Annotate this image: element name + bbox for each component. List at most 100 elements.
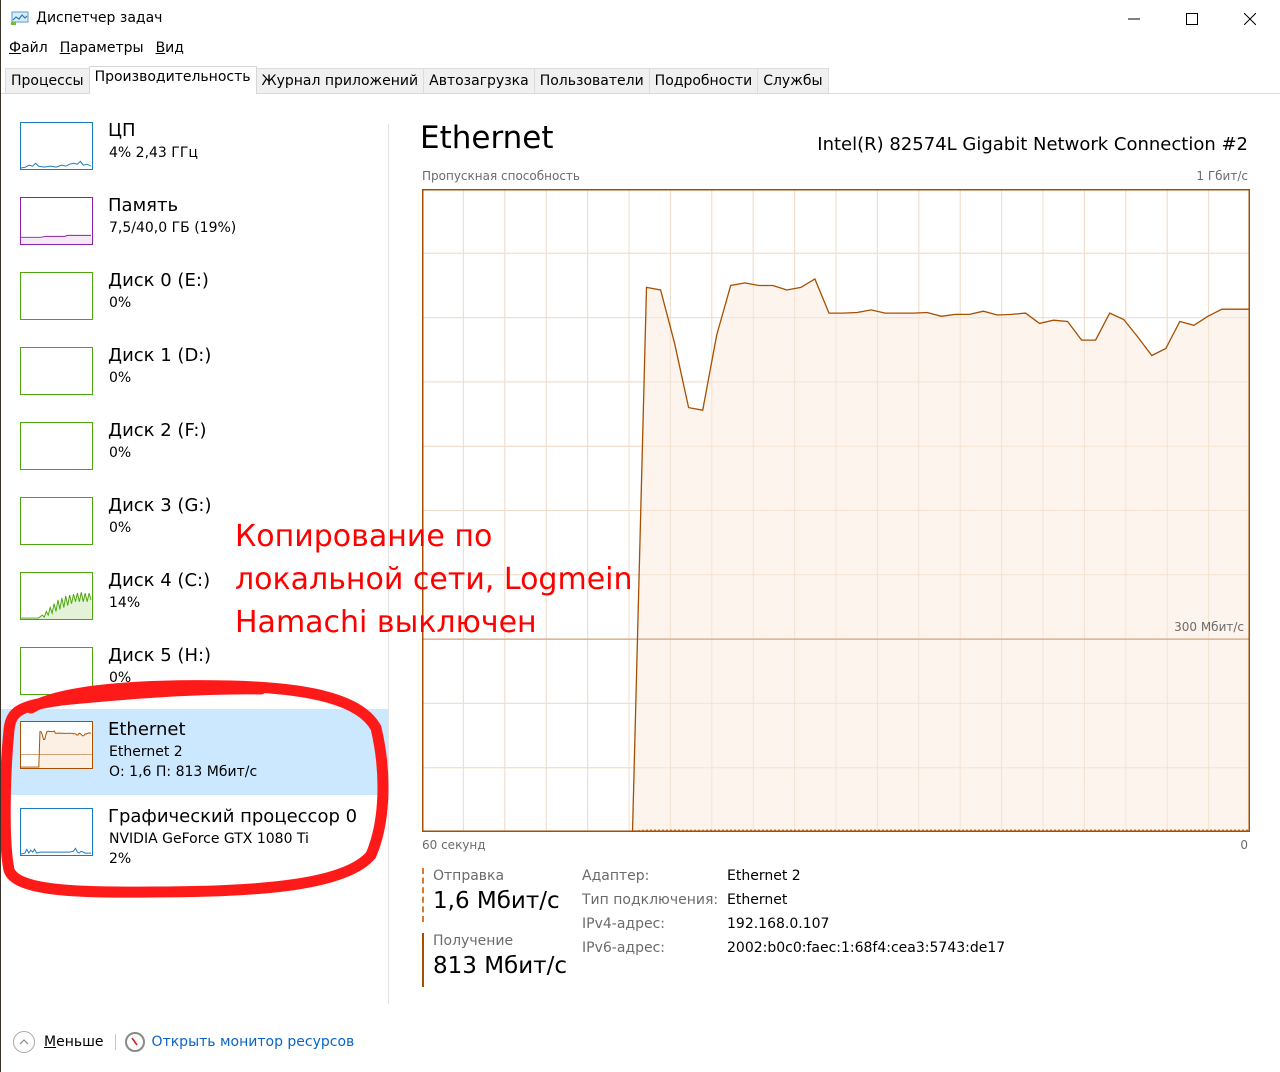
disk-mini-graph bbox=[20, 347, 93, 395]
sidebar-item-gpu[interactable]: Графический процессор 0 NVIDIA GeForce GT… bbox=[1, 796, 388, 871]
receive-value: 813 Мбит/с bbox=[433, 953, 567, 979]
property-row: Тип подключения: Ethernet bbox=[582, 892, 1182, 916]
title-bar[interactable]: Диспетчер задач bbox=[1, 0, 1280, 38]
property-key: Адаптер: bbox=[582, 868, 650, 884]
sidebar-item-disk[interactable]: Диск 1 (D:) 0% bbox=[1, 335, 388, 410]
sidebar-item-title: Диск 1 (D:) bbox=[108, 345, 212, 366]
tab-startup[interactable]: Автозагрузка bbox=[423, 68, 535, 94]
chart-reference-label: 300 Мбит/с bbox=[1174, 620, 1244, 634]
menu-view[interactable]: Вид bbox=[156, 40, 184, 62]
property-key: IPv6-адрес: bbox=[582, 940, 665, 956]
annotation-text: Копирование по локальной сети, Logmein H… bbox=[235, 515, 633, 644]
tab-users[interactable]: Пользователи bbox=[533, 68, 650, 94]
minimize-icon bbox=[1128, 18, 1140, 20]
sidebar-item-disk[interactable]: Диск 2 (F:) 0% bbox=[1, 410, 388, 485]
sidebar-item-title: Диск 0 (E:) bbox=[108, 270, 209, 291]
disk-mini-graph bbox=[20, 497, 93, 545]
disk-active-mini-graph bbox=[20, 572, 93, 620]
menu-file[interactable]: Файл bbox=[9, 40, 48, 62]
annotation-line: локальной сети, Logmein bbox=[235, 562, 633, 597]
footer: Меньше Открыть монитор ресурсов bbox=[13, 1030, 354, 1054]
chart-xmin-label: 0 bbox=[1240, 838, 1248, 852]
sidebar-item-title: Диск 3 (G:) bbox=[108, 495, 212, 516]
sidebar-item-title: Диск 2 (F:) bbox=[108, 420, 207, 441]
property-key: IPv4-адрес: bbox=[582, 916, 665, 932]
menu-options[interactable]: Параметры bbox=[60, 40, 144, 62]
sidebar-item-detail: 0% bbox=[109, 370, 132, 386]
receive-stat: Получение 813 Мбит/с bbox=[422, 933, 572, 987]
sidebar-item-detail: Ethernet 2 bbox=[109, 744, 183, 760]
property-key: Тип подключения: bbox=[582, 892, 719, 908]
send-label: Отправка bbox=[433, 868, 505, 884]
window-title: Диспетчер задач bbox=[36, 10, 163, 26]
send-legend-marker bbox=[422, 868, 424, 922]
ethernet-mini-graph bbox=[20, 721, 93, 769]
sidebar-item-ethernet[interactable]: Ethernet Ethernet 2 О: 1,6 П: 813 Мбит/с bbox=[1, 709, 388, 795]
chart-title: Пропускная способность bbox=[422, 169, 580, 183]
close-icon bbox=[1244, 13, 1256, 25]
resource-title: Ethernet bbox=[420, 120, 554, 156]
tab-app-history[interactable]: Журнал приложений bbox=[255, 68, 425, 94]
send-stat: Отправка 1,6 Мбит/с bbox=[422, 868, 572, 922]
sidebar-item-detail: 0% bbox=[109, 445, 132, 461]
sidebar-item-detail-2: 2% bbox=[109, 851, 132, 867]
menu-options-label: араметры bbox=[70, 40, 144, 56]
sidebar-item-disk[interactable]: Диск 5 (H:) 0% bbox=[1, 635, 388, 710]
property-value: Ethernet 2 bbox=[727, 868, 801, 884]
close-button[interactable] bbox=[1221, 0, 1279, 38]
receive-label: Получение bbox=[433, 933, 514, 949]
minimize-button[interactable] bbox=[1105, 0, 1163, 38]
mini-graph-line bbox=[21, 160, 92, 169]
maximize-icon bbox=[1186, 13, 1198, 25]
fewer-details-button[interactable]: Меньше bbox=[44, 1034, 104, 1050]
sidebar-item-detail: 0% bbox=[109, 670, 132, 686]
chevron-up-icon[interactable] bbox=[13, 1031, 35, 1053]
sidebar-item-title: Диск 4 (C:) bbox=[108, 570, 211, 591]
annotation-line: Копирование по bbox=[235, 519, 493, 554]
sidebar-item-detail: 0% bbox=[109, 295, 132, 311]
tab-strip: Процессы Производительность Журнал прило… bbox=[5, 66, 829, 94]
mini-graph-fill bbox=[21, 731, 92, 768]
chart-xmax-label: 60 секунд bbox=[422, 838, 486, 852]
sidebar-item-title: Диск 5 (H:) bbox=[108, 645, 212, 666]
property-row: IPv6-адрес: 2002:b0c0:faec:1:68f4:cea3:57… bbox=[582, 940, 1182, 964]
sidebar-item-title: ЦП bbox=[108, 120, 136, 141]
disk-mini-graph bbox=[20, 422, 93, 470]
cpu-mini-graph bbox=[20, 122, 93, 170]
tab-performance[interactable]: Производительность bbox=[88, 66, 257, 94]
property-row: IPv4-адрес: 192.168.0.107 bbox=[582, 916, 1182, 940]
open-resource-monitor-link[interactable]: Открыть монитор ресурсов bbox=[152, 1034, 355, 1050]
annotation-line: Hamachi выключен bbox=[235, 605, 537, 640]
property-row: Адаптер: Ethernet 2 bbox=[582, 868, 1182, 892]
mini-graph-line bbox=[21, 847, 92, 855]
property-value: Ethernet bbox=[727, 892, 788, 908]
receive-legend-marker bbox=[422, 933, 424, 987]
sidebar-item-cpu[interactable]: ЦП 4% 2,43 ГГц bbox=[1, 110, 388, 185]
tab-services[interactable]: Службы bbox=[757, 68, 829, 94]
sidebar-item-disk[interactable]: Диск 0 (E:) 0% bbox=[1, 260, 388, 335]
adapter-name: Intel(R) 82574L Gigabit Network Connecti… bbox=[817, 134, 1248, 155]
disk-mini-graph bbox=[20, 647, 93, 695]
gpu-mini-graph bbox=[20, 808, 93, 856]
maximize-button[interactable] bbox=[1163, 0, 1221, 38]
menu-view-accel: В bbox=[155, 40, 166, 56]
menu-bar: Файл Параметры Вид bbox=[9, 40, 196, 62]
memory-mini-graph bbox=[20, 197, 93, 245]
tab-details[interactable]: Подробности bbox=[648, 68, 759, 94]
chart-ymax-label: 1 Гбит/с bbox=[1196, 169, 1248, 183]
menu-file-accel: Ф bbox=[9, 40, 22, 56]
footer-divider bbox=[114, 1034, 116, 1050]
menu-file-label: айл bbox=[21, 40, 48, 56]
tab-processes[interactable]: Процессы bbox=[5, 68, 90, 94]
menu-options-accel: П bbox=[59, 40, 71, 56]
sidebar-item-memory[interactable]: Память 7,5/40,0 ГБ (19%) bbox=[1, 185, 388, 260]
send-value: 1,6 Мбит/с bbox=[433, 888, 560, 914]
property-value: 2002:b0c0:faec:1:68f4:cea3:5743:de17 bbox=[727, 940, 1006, 956]
sidebar-item-detail: 14% bbox=[109, 595, 141, 611]
resource-monitor-icon[interactable] bbox=[124, 1032, 145, 1052]
disk-mini-graph bbox=[20, 272, 93, 320]
fewer-details-label: еньше bbox=[56, 1034, 104, 1050]
task-manager-window: Диспетчер задач Файл Параметры Вид Проце… bbox=[0, 0, 1280, 1072]
sidebar-item-detail: 4% 2,43 ГГц bbox=[109, 145, 198, 161]
sidebar-item-title: Ethernet bbox=[108, 719, 186, 740]
